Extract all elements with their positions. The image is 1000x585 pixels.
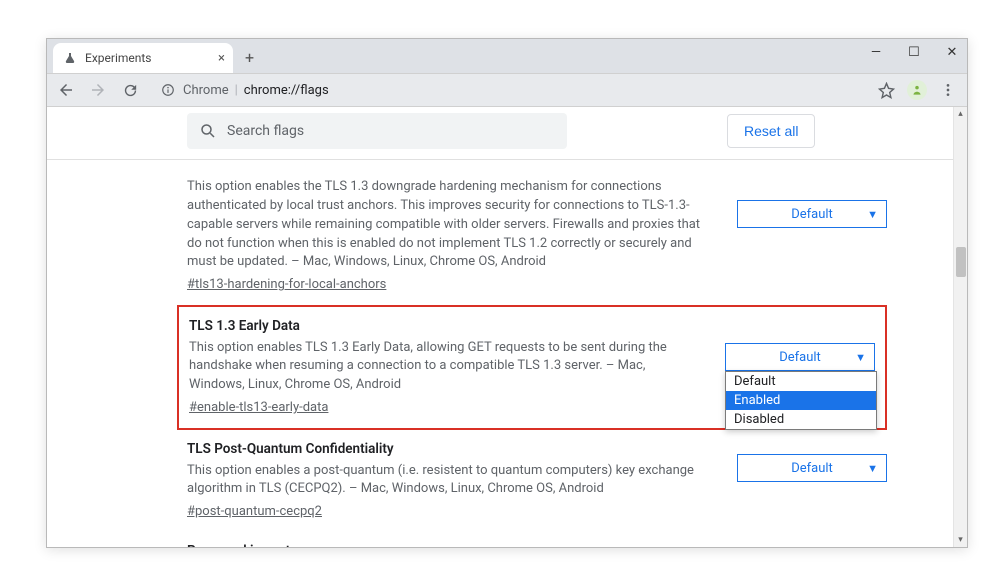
flag-anchor-link[interactable]: #enable-tls13-early-data <box>189 399 328 418</box>
scroll-thumb[interactable] <box>956 247 966 277</box>
close-window-icon[interactable]: ✕ <box>943 45 961 60</box>
tab-title: Experiments <box>85 51 152 65</box>
flask-icon <box>63 51 77 65</box>
window-controls: — ☐ ✕ <box>867 45 961 60</box>
flag-anchor-link[interactable]: #post-quantum-cecpq2 <box>187 503 322 522</box>
scrollbar[interactable]: ▴ ▾ <box>953 107 967 547</box>
toolbar: Chrome | chrome://flags <box>47 73 967 107</box>
close-icon[interactable]: × <box>218 51 225 66</box>
flag-item: TLS Post-Quantum Confidentiality This op… <box>47 430 967 532</box>
url-text: chrome://flags <box>244 83 329 98</box>
search-placeholder: Search flags <box>227 123 304 139</box>
site-info-icon[interactable] <box>161 83 175 97</box>
tab-bar: Experiments × + — ☐ ✕ <box>47 39 967 73</box>
header-row: Search flags Reset all <box>47 107 967 159</box>
flag-anchor-link[interactable]: #tls13-hardening-for-local-anchors <box>187 276 386 295</box>
new-tab-button[interactable]: + <box>245 48 254 73</box>
chevron-down-icon: ▼ <box>867 462 878 475</box>
flag-title: Password import <box>187 542 707 547</box>
flag-description: This option enables the TLS 1.3 downgrad… <box>187 178 707 272</box>
flag-title: TLS 1.3 Early Data <box>189 317 695 337</box>
page-content: Search flags Reset all This option enabl… <box>47 107 967 547</box>
scroll-down-icon[interactable]: ▾ <box>954 533 967 547</box>
back-icon[interactable] <box>55 79 77 101</box>
forward-icon[interactable] <box>87 79 109 101</box>
dropdown-option[interactable]: Default <box>726 372 876 391</box>
search-input[interactable]: Search flags <box>187 113 567 149</box>
reset-all-button[interactable]: Reset all <box>727 114 815 148</box>
flag-select[interactable]: Default ▼ <box>737 454 887 482</box>
address-bar[interactable]: Chrome | chrome://flags <box>151 77 859 103</box>
chevron-down-icon: ▼ <box>855 351 866 364</box>
flag-description: This option enables a post-quantum (i.e.… <box>187 462 707 500</box>
dropdown-option-selected[interactable]: Enabled <box>726 391 876 410</box>
flag-item-highlighted: TLS 1.3 Early Data This option enables T… <box>177 305 887 430</box>
browser-tab[interactable]: Experiments × <box>53 43 233 73</box>
search-icon <box>199 122 217 140</box>
flag-item: This option enables the TLS 1.3 downgrad… <box>47 168 967 305</box>
flag-item: Password import Import functionality in … <box>47 532 967 547</box>
scroll-up-icon[interactable]: ▴ <box>954 107 967 121</box>
bookmark-icon[interactable] <box>875 79 897 101</box>
browser-window: Experiments × + — ☐ ✕ Chrome | chrome://… <box>46 38 968 548</box>
flag-select-dropdown: Default Enabled Disabled <box>725 371 877 430</box>
minimize-icon[interactable]: — <box>867 45 885 60</box>
menu-icon[interactable] <box>937 79 959 101</box>
flag-select[interactable]: Default ▼ Default Enabled Disabled <box>725 343 875 371</box>
chevron-down-icon: ▼ <box>867 208 878 221</box>
profile-avatar[interactable] <box>907 80 927 100</box>
reload-icon[interactable] <box>119 79 141 101</box>
dropdown-option[interactable]: Disabled <box>726 410 876 429</box>
maximize-icon[interactable]: ☐ <box>905 45 923 60</box>
flag-select[interactable]: Default ▼ <box>737 200 887 228</box>
flag-title: TLS Post-Quantum Confidentiality <box>187 440 707 460</box>
flag-description: This option enables TLS 1.3 Early Data, … <box>189 339 695 396</box>
flags-list: This option enables the TLS 1.3 downgrad… <box>47 160 967 547</box>
url-prefix: Chrome <box>183 83 229 98</box>
